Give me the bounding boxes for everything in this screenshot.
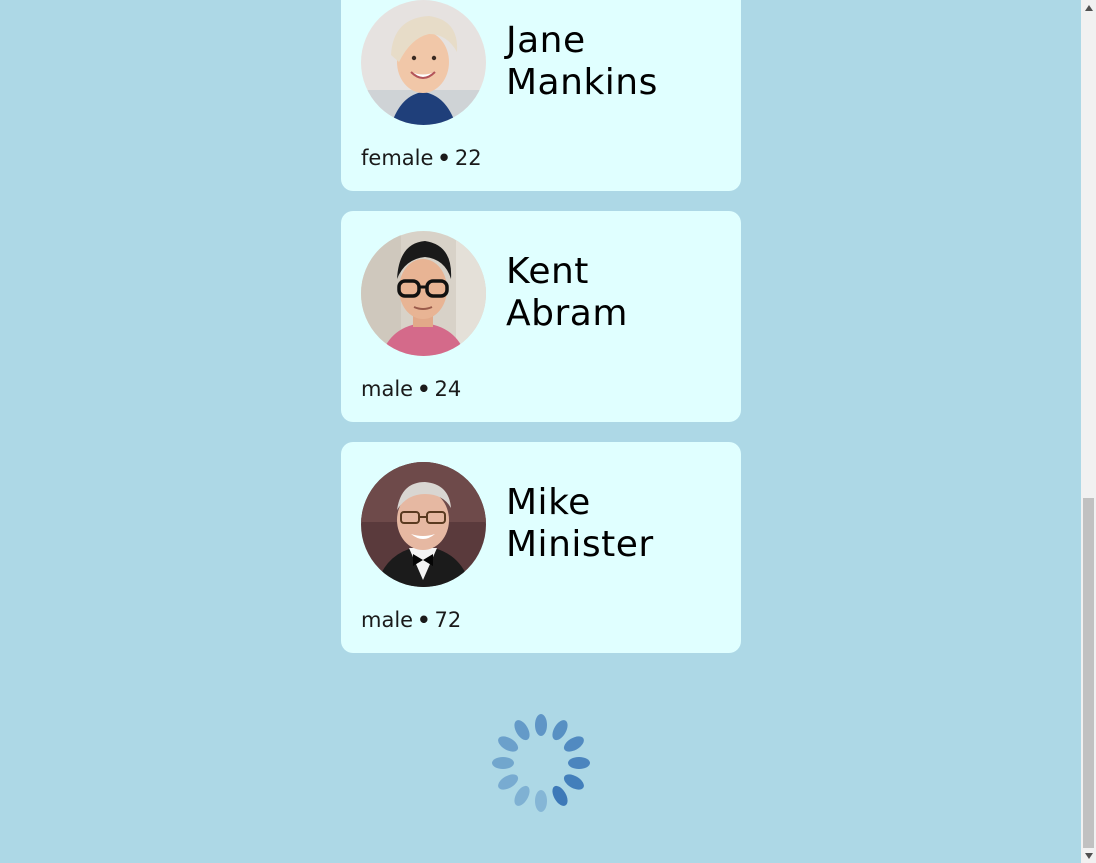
last-name: Minister (506, 524, 654, 565)
people-list: Jane Mankins female • 22 Kent Abram male… (0, 0, 1081, 863)
person-card[interactable]: Kent Abram male • 24 (341, 211, 741, 422)
person-meta: female • 22 (361, 145, 482, 171)
last-name: Abram (506, 293, 628, 334)
person-name: Kent Abram (506, 251, 628, 335)
person-card[interactable]: Jane Mankins female • 22 (341, 0, 741, 191)
spinner-petal (535, 714, 547, 736)
person-name: Mike Minister (506, 482, 654, 566)
first-name: Jane (506, 20, 586, 61)
separator-dot: • (437, 146, 451, 170)
spinner-petal (514, 785, 530, 806)
spinner-petal (498, 736, 519, 752)
spinner-petal (568, 757, 590, 769)
spinner-petal (563, 736, 584, 752)
avatar (361, 0, 486, 125)
scrollbar-thumb[interactable] (1083, 498, 1094, 848)
first-name: Mike (506, 482, 591, 523)
spinner-petal (552, 785, 568, 806)
age: 24 (434, 377, 462, 401)
avatar (361, 231, 486, 356)
spinner-petal (563, 774, 584, 790)
age: 22 (454, 146, 482, 170)
avatar (361, 462, 486, 587)
gender: male (361, 377, 414, 401)
person-photo (361, 0, 486, 125)
spinner-petal (552, 720, 568, 741)
separator-dot: • (417, 608, 431, 632)
vertical-scrollbar[interactable] (1081, 0, 1096, 863)
person-name: Jane Mankins (506, 20, 658, 104)
last-name: Mankins (506, 62, 658, 103)
scroll-down-arrow-icon[interactable] (1081, 848, 1096, 863)
spinner-petal (498, 774, 519, 790)
spinner-petal (535, 790, 547, 812)
first-name: Kent (506, 251, 589, 292)
gender: female (361, 146, 434, 170)
person-meta: male • 72 (361, 607, 461, 633)
spinner-petal (514, 720, 530, 741)
separator-dot: • (417, 377, 431, 401)
scroll-up-arrow-icon[interactable] (1081, 0, 1096, 15)
person-photo (361, 462, 486, 587)
person-photo (361, 231, 486, 356)
person-meta: male • 24 (361, 376, 461, 402)
spinner-petal (492, 757, 514, 769)
person-card[interactable]: Mike Minister male • 72 (341, 442, 741, 653)
age: 72 (434, 608, 462, 632)
spinner-graphic (492, 714, 590, 812)
loading-spinner-icon (486, 708, 596, 818)
gender: male (361, 608, 414, 632)
